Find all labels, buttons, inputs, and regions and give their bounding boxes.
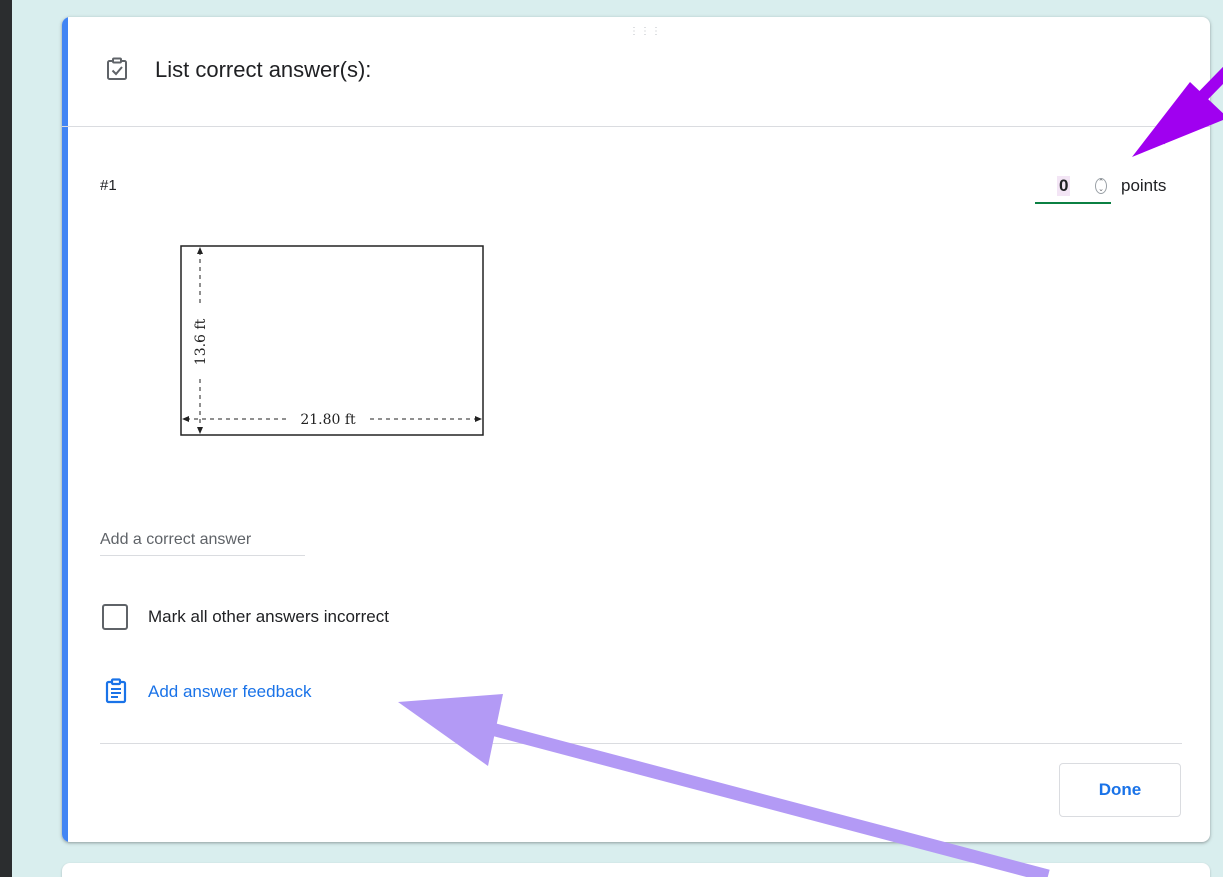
points-input[interactable]: 0 ⌃ ⌄	[1035, 173, 1111, 204]
mark-incorrect-label: Mark all other answers incorrect	[148, 607, 389, 626]
points-value[interactable]: 0	[1057, 176, 1071, 196]
next-card	[62, 863, 1210, 877]
width-label: 21.80 ft	[300, 412, 356, 428]
checkbox-clipboard-icon	[107, 57, 127, 80]
card-accent-bar	[62, 17, 68, 842]
done-button[interactable]: Done	[1059, 763, 1181, 817]
add-feedback-link[interactable]: Add answer feedback	[148, 682, 312, 702]
answer-key-header: List correct answer(s):	[62, 17, 1210, 127]
question-card: ⋮⋮⋮ List correct answer(s): #1 0 ⌃ ⌄ poin…	[62, 17, 1210, 842]
rectangle-figure: 21.80 ft 13.6 ft	[180, 245, 484, 436]
feedback-clipboard-icon[interactable]	[105, 678, 127, 704]
page-title: List correct answer(s):	[155, 57, 372, 82]
points-label: points	[1121, 176, 1167, 195]
question-number: #1	[100, 177, 117, 194]
height-label: 13.6 ft	[193, 318, 209, 365]
spinner-icon[interactable]: ⌃ ⌄	[1095, 178, 1107, 194]
points-control: 0 ⌃ ⌄ points	[1035, 173, 1195, 207]
mark-incorrect-checkbox[interactable]	[102, 604, 128, 630]
correct-answer-input[interactable]	[100, 524, 305, 556]
footer-divider	[100, 743, 1182, 744]
